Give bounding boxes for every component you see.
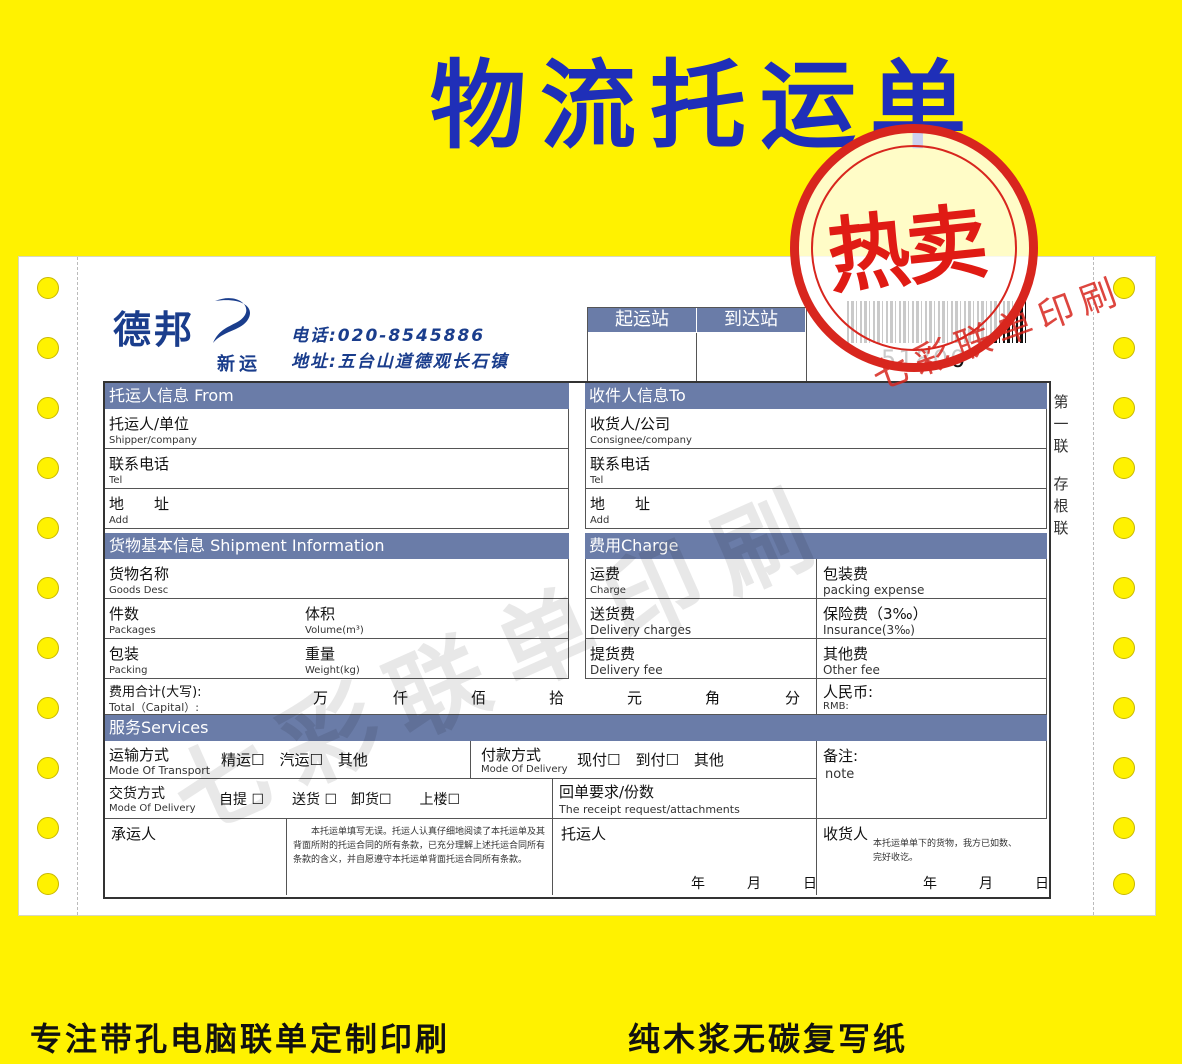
copy-label-stub: 存根联: [1053, 475, 1069, 537]
destination-station-label: 到达站: [697, 308, 806, 332]
shipper-signature-field[interactable]: 托运人 年 月 日: [553, 819, 817, 895]
rmb-field[interactable]: 人民币: RMB:: [817, 679, 1047, 715]
note-field[interactable]: 备注: note: [817, 741, 1047, 819]
consignee-signature-field[interactable]: 收货人 本托运单单下的货物，我方已如数、完好收讫。 年 月 日: [817, 819, 1049, 895]
copy-label-first: 第一联: [1053, 393, 1069, 455]
payment-mode-field[interactable]: 付款方式 Mode Of Delivery 现付☐ 到付☐ 其他: [471, 741, 817, 779]
company-address: 地址:五台山道德观长石镇: [291, 352, 509, 372]
tractor-hole: [1113, 397, 1135, 419]
tractor-hole: [37, 757, 59, 779]
consignee-section-header: 收件人信息To: [585, 383, 1047, 409]
insurance-fee-field[interactable]: 保险费（3‰） Insurance(3‰): [817, 599, 1047, 639]
tractor-hole: [1113, 637, 1135, 659]
bottom-slogan-left: 专注带孔电脑联单定制印刷: [30, 1020, 451, 1058]
tractor-hole: [37, 817, 59, 839]
tractor-hole: [1113, 757, 1135, 779]
shipper-section-header: 托运人信息 From: [105, 383, 569, 409]
company-phone: 电话:020-8545886: [291, 326, 486, 346]
perforation-left: [77, 257, 78, 915]
tractor-hole: [37, 637, 59, 659]
origin-station-label: 起运站: [588, 308, 697, 332]
tractor-hole: [1113, 873, 1135, 895]
tractor-hole: [1113, 697, 1135, 719]
perforation-right: [1093, 257, 1094, 915]
tractor-hole: [1113, 337, 1135, 359]
tractor-hole: [1113, 577, 1135, 599]
tractor-hole: [37, 457, 59, 479]
company-logo-sub: 新运: [217, 354, 261, 375]
logo-swoosh-icon: [213, 298, 251, 343]
hot-sale-stamp: 热卖 七彩联单印刷: [790, 124, 1129, 399]
shipper-company-field[interactable]: 托运人/单位 Shipper/company: [105, 409, 569, 449]
station-box: 起运站 到达站: [587, 307, 807, 387]
consignment-form: 托运人信息 From 收件人信息To 托运人/单位 Shipper/compan…: [103, 381, 1051, 899]
consignee-company-field[interactable]: 收货人/公司 Consignee/company: [585, 409, 1047, 449]
tractor-hole: [37, 697, 59, 719]
tractor-hole: [1113, 517, 1135, 539]
tractor-hole: [37, 397, 59, 419]
shipper-address-field[interactable]: 地 址 Add: [105, 489, 569, 529]
receipt-request-field[interactable]: 回单要求/份数 The receipt request/attachments: [553, 779, 817, 819]
stamp-main-text: 热卖: [823, 195, 989, 306]
packing-fee-field[interactable]: 包装费 packing expense: [817, 559, 1047, 599]
terms-text: 本托运单填写无误。托运人认真仔细地阅读了本托运单及其背面所附的托运合同的所有条款…: [287, 819, 553, 895]
tractor-hole: [1113, 457, 1135, 479]
shipper-tel-field[interactable]: 联系电话 Tel: [105, 449, 569, 489]
other-fee-field[interactable]: 其他费 Other fee: [817, 639, 1047, 679]
bottom-slogan-right: 纯木浆无碳复写纸: [628, 1020, 909, 1058]
tractor-hole: [1113, 817, 1135, 839]
tractor-hole: [37, 517, 59, 539]
company-logo: 德邦: [113, 308, 196, 352]
tractor-hole: [37, 337, 59, 359]
tractor-hole: [37, 277, 59, 299]
tractor-hole: [37, 577, 59, 599]
consignee-tel-field[interactable]: 联系电话 Tel: [585, 449, 1047, 489]
goods-section-header: 货物基本信息 Shipment Information: [105, 533, 569, 559]
tractor-hole: [37, 873, 59, 895]
